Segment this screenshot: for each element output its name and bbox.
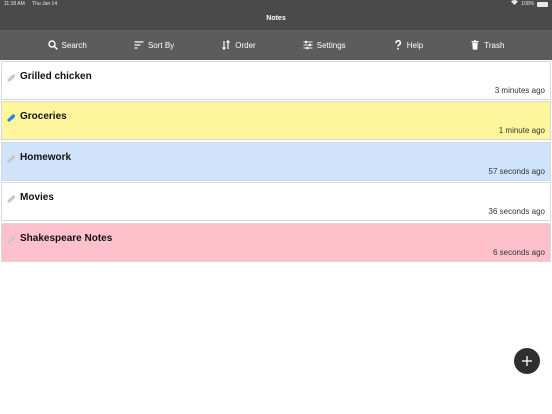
note-timestamp: 6 seconds ago xyxy=(492,247,545,257)
settings-button[interactable]: Settings xyxy=(303,40,346,50)
trash-button[interactable]: Trash xyxy=(470,40,504,50)
page-title: Notes xyxy=(0,8,552,30)
help-label: Help xyxy=(406,40,424,50)
add-note-button[interactable] xyxy=(514,348,540,374)
note-shakespeare-notes[interactable]: Shakespeare Notes 6 seconds ago xyxy=(1,222,551,262)
pin-icon xyxy=(7,155,16,163)
note-movies[interactable]: Movies 36 seconds ago xyxy=(1,182,551,222)
note-groceries[interactable]: Groceries 1 minute ago xyxy=(1,101,551,141)
status-left: 11:18 AM Thu Jan 14 xyxy=(4,0,63,8)
order-button[interactable]: Order xyxy=(221,40,256,50)
pin-icon xyxy=(7,195,16,204)
note-grilled-chicken[interactable]: Grilled chicken 3 minutes ago xyxy=(1,61,551,100)
note-timestamp: 57 seconds ago xyxy=(488,166,546,176)
toolbar: Search Sort By Order Settings Help Trash xyxy=(0,30,552,60)
trash-label: Trash xyxy=(484,40,505,50)
status-date: Thu Jan 14 xyxy=(32,1,58,7)
note-title: Grilled chicken xyxy=(20,71,92,82)
note-timestamp: 3 minutes ago xyxy=(494,86,545,95)
pin-icon xyxy=(7,235,16,244)
note-title: Homework xyxy=(20,151,72,163)
status-time: 11:18 AM xyxy=(4,1,25,7)
status-right: 100% xyxy=(511,0,548,8)
status-bar: 11:18 AM Thu Jan 14 100% xyxy=(0,0,552,8)
note-title: Shakespeare Notes xyxy=(20,232,113,244)
sort-label: Sort By xyxy=(147,40,175,50)
search-button[interactable]: Search xyxy=(47,40,87,50)
sliders-icon xyxy=(303,40,313,50)
order-arrows-icon xyxy=(222,40,231,50)
pin-icon xyxy=(7,74,16,82)
note-timestamp: 36 seconds ago xyxy=(488,207,546,217)
settings-label: Settings xyxy=(316,40,346,50)
note-title: Movies xyxy=(20,192,54,204)
sort-icon xyxy=(134,41,144,49)
question-mark-icon xyxy=(394,40,401,50)
battery-percent: 100% xyxy=(521,1,534,7)
wifi-icon xyxy=(511,0,519,8)
search-icon xyxy=(47,40,58,50)
note-timestamp: 1 minute ago xyxy=(498,126,545,136)
plus-icon xyxy=(522,356,532,366)
order-label: Order xyxy=(235,40,256,50)
search-label: Search xyxy=(61,40,87,50)
note-homework[interactable]: Homework 57 seconds ago xyxy=(1,141,551,181)
battery-icon xyxy=(537,1,548,7)
help-button[interactable]: Help xyxy=(393,40,423,50)
sort-button[interactable]: Sort By xyxy=(134,40,174,50)
pin-icon xyxy=(7,114,16,123)
note-title: Groceries xyxy=(20,111,67,123)
trash-icon xyxy=(471,40,479,50)
notes-list: Grilled chicken 3 minutes ago Groceries … xyxy=(1,61,551,263)
